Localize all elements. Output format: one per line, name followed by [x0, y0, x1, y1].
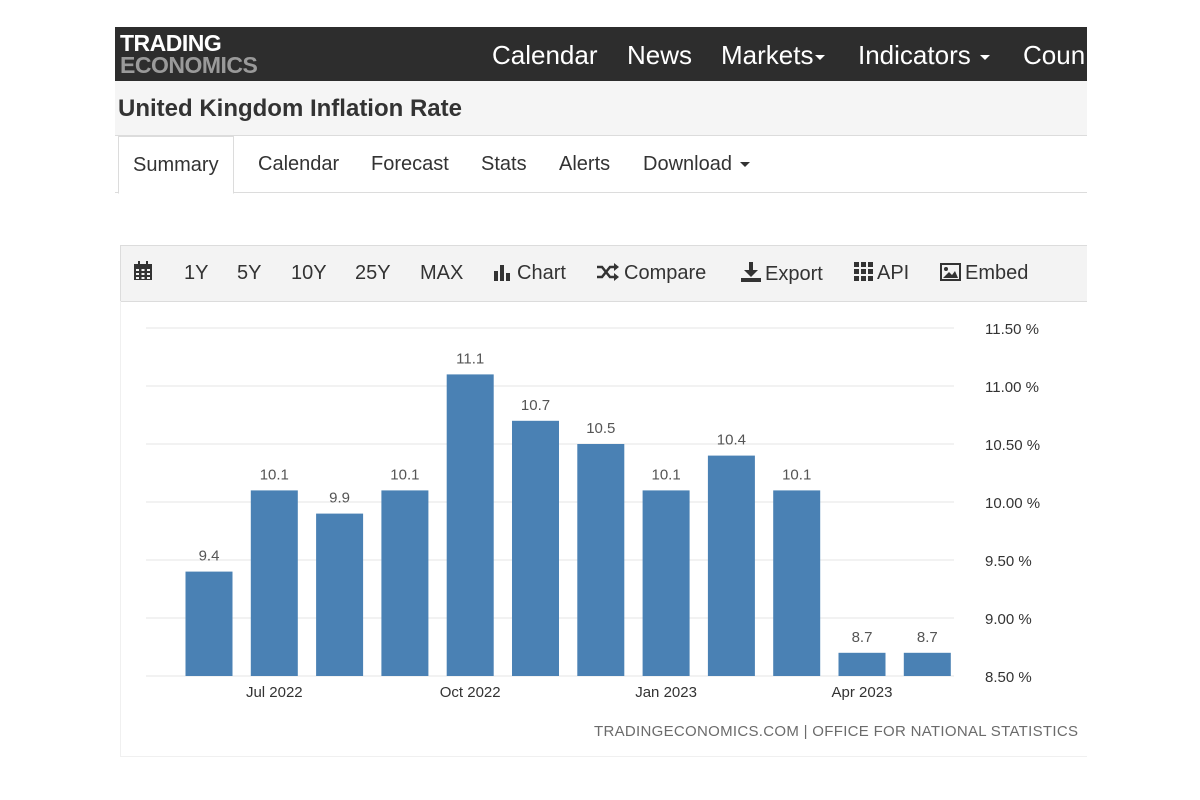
nav-indicators[interactable]: Indicators [858, 40, 990, 71]
brand-line-2: ECONOMICS [120, 52, 258, 78]
chart-button-label: Chart [517, 262, 566, 284]
grid-icon [854, 262, 873, 287]
bar-value-label: 11.1 [456, 350, 484, 367]
x-tick-label: Jan 2023 [635, 684, 697, 701]
range-5y-button[interactable]: 5Y [237, 262, 261, 285]
compare-button-label: Compare [624, 262, 707, 284]
x-tick-label: Oct 2022 [440, 684, 501, 701]
nav-markets[interactable]: Markets [721, 40, 826, 71]
image-icon [940, 263, 961, 287]
bar-value-label: 10.4 [717, 432, 746, 449]
download-icon [741, 262, 761, 288]
export-button-label: Export [765, 263, 823, 285]
calendar-icon[interactable] [133, 261, 153, 287]
tab-bar: Summary Calendar Forecast Stats Alerts D… [115, 136, 1087, 194]
chart-source: TRADINGECONOMICS.COM | OFFICE FOR NATION… [594, 723, 1079, 740]
bar [512, 420, 559, 676]
nav-indicators-label: Indicators [858, 40, 971, 70]
brand-line-1: TRADING [120, 30, 222, 56]
bar [185, 571, 233, 676]
chevron-down-icon [979, 54, 990, 60]
bar-value-label: 10.5 [586, 420, 615, 437]
y-tick-label: 9.50 % [985, 553, 1032, 570]
tab-summary[interactable]: Summary [118, 136, 234, 194]
nav-countries[interactable]: Coun [1023, 40, 1085, 71]
export-button[interactable]: Export [741, 262, 823, 288]
bar-value-label: 10.1 [390, 466, 419, 483]
bar-chart-icon [493, 263, 513, 287]
api-button[interactable]: API [854, 262, 909, 287]
x-tick-label: Apr 2023 [832, 684, 893, 701]
bar-value-label: 8.7 [852, 629, 873, 646]
nav-calendar[interactable]: Calendar [492, 40, 598, 71]
range-max-button[interactable]: MAX [420, 262, 463, 285]
bar-value-label: 10.1 [260, 466, 289, 483]
x-tick-label: Jul 2022 [246, 684, 303, 701]
bar [381, 490, 429, 676]
bar [446, 374, 494, 676]
bar-value-label: 8.7 [917, 629, 938, 646]
brand-logo[interactable]: TRADING ECONOMICS [120, 30, 258, 78]
tab-forecast[interactable]: Forecast [371, 136, 449, 192]
compare-button[interactable]: Compare [596, 262, 706, 287]
bar [773, 490, 821, 676]
title-bar: United Kingdom Inflation Rate [115, 81, 1087, 136]
bar [250, 490, 298, 676]
y-tick-label: 9.00 % [985, 611, 1032, 628]
chevron-down-icon [739, 162, 750, 168]
chart-toolbar: 1Y 5Y 10Y 25Y MAX Chart Compare Export A… [120, 245, 1087, 302]
embed-button-label: Embed [965, 262, 1029, 284]
y-tick-label: 8.50 % [985, 669, 1032, 686]
range-25y-button[interactable]: 25Y [355, 262, 391, 285]
page-frame: TRADING ECONOMICS Calendar News Markets … [115, 27, 1087, 762]
bar [577, 444, 625, 676]
bar-value-label: 9.4 [199, 548, 220, 565]
bar [903, 652, 951, 676]
range-1y-button[interactable]: 1Y [184, 262, 208, 285]
y-tick-label: 10.50 % [985, 437, 1040, 454]
shuffle-icon [596, 263, 620, 287]
inflation-bar-chart: 8.50 % 9.00 % 9.50 % 10.00 % 10.50 % 11.00 % 1… [146, 321, 1040, 701]
top-navbar: TRADING ECONOMICS Calendar News Markets … [115, 27, 1087, 81]
bar [838, 652, 886, 676]
tab-download[interactable]: Download [643, 136, 750, 192]
bar [316, 513, 364, 676]
chevron-down-icon [815, 54, 826, 60]
chart-button[interactable]: Chart [493, 262, 566, 287]
nav-news[interactable]: News [627, 40, 692, 71]
bar-value-label: 9.9 [329, 490, 350, 507]
y-tick-label: 10.00 % [985, 495, 1040, 512]
api-button-label: API [877, 262, 910, 284]
tab-calendar[interactable]: Calendar [258, 136, 339, 192]
nav-markets-label: Markets [721, 40, 814, 70]
tab-stats[interactable]: Stats [481, 136, 527, 192]
bar [707, 455, 755, 676]
tab-download-label: Download [643, 153, 732, 175]
page-title: United Kingdom Inflation Rate [118, 95, 462, 122]
chart-panel: 8.50 % 9.00 % 9.50 % 10.00 % 10.50 % 11.00 % 1… [120, 301, 1087, 757]
y-tick-label: 11.00 % [985, 379, 1039, 396]
bar-value-label: 10.1 [651, 466, 680, 483]
bar-value-label: 10.1 [782, 466, 811, 483]
embed-button[interactable]: Embed [940, 262, 1028, 287]
bar [642, 490, 690, 676]
bar-value-label: 10.7 [521, 397, 550, 414]
range-10y-button[interactable]: 10Y [291, 262, 327, 285]
tab-alerts[interactable]: Alerts [559, 136, 610, 192]
y-tick-label: 11.50 % [985, 321, 1039, 338]
